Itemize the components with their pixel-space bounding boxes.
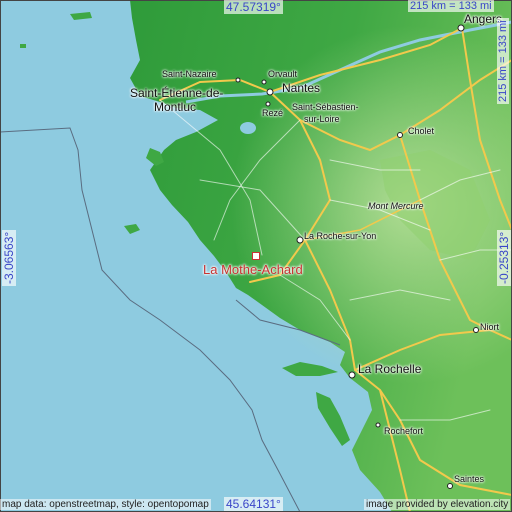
la-rochelle-marker [348,371,356,379]
place-label-saint-etienne-line1: Saint-Étienne-de- [130,86,224,100]
niort-marker [473,327,479,333]
la-roche-marker [296,236,304,244]
place-label-saint-etienne-line2: Montluc [154,100,197,114]
place-label-saint-sebastien-line2: sur-Loire [304,114,340,124]
north-coordinate: 47.57319° [224,0,283,14]
place-label-saint-nazaire: Saint-Nazaire [162,69,217,79]
place-label-orvault: Orvault [268,69,298,79]
place-label-reze: Rezé [262,108,284,118]
reze-marker [265,101,271,107]
attribution-left: map data: openstreetmap, style: opentopo… [0,499,211,510]
place-label-la-rochelle: La Rochelle [358,362,422,376]
place-label-nantes: Nantes [282,81,321,95]
rochefort-marker [375,422,381,428]
place-label-saint-sebastien-line1: Saint-Sébastien- [292,102,359,112]
west-coordinate: -3.06563° [2,229,16,286]
scale-horizontal: 215 km = 133 mi [408,0,494,12]
lake-grand-lieu [240,122,256,134]
place-label-la-roche-sur-yon: La Roche-sur-Yon [304,231,377,241]
place-label-niort: Niort [480,322,500,332]
location-label: La Mothe-Achard [203,262,303,277]
place-label-mont-mercure: Mont Mercure [368,201,424,211]
place-label-cholet: Cholet [408,126,435,136]
attribution-right: image provided by elevation.city [364,499,511,510]
nantes-marker [266,88,274,96]
east-coordinate: -0.25313° [497,229,511,286]
place-label-rochefort: Rochefort [384,426,424,436]
saintes-marker [447,483,453,489]
place-label-saintes: Saintes [454,474,485,484]
cholet-marker [397,132,403,138]
island-dot [20,44,26,48]
south-coordinate: 45.64131° [224,497,283,511]
orvault-marker [261,79,267,85]
location-marker[interactable] [252,252,260,260]
scale-vertical: 215 km = 133 mi [497,18,509,104]
saint-nazaire-marker [235,77,241,83]
